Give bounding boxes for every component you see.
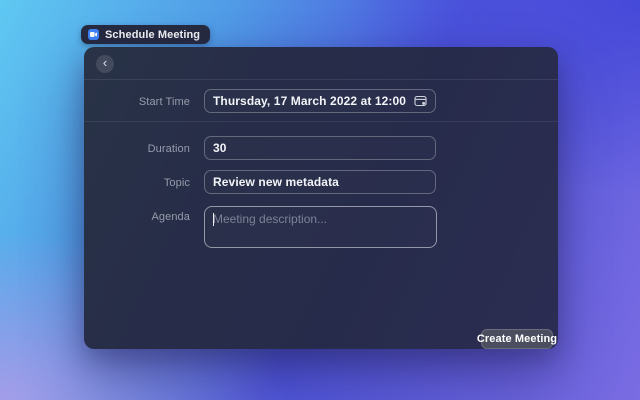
window-header: ‹ — [84, 47, 558, 80]
duration-label: Duration — [84, 143, 190, 155]
desktop-background: Schedule Meeting ‹ Start Time Thursday, … — [0, 0, 640, 400]
start-time-datepicker[interactable]: Thursday, 17 March 2022 at 12:00 — [204, 89, 436, 113]
start-time-label: Start Time — [84, 96, 190, 108]
chevron-left-icon: ‹ — [103, 55, 107, 71]
calendar-icon — [414, 95, 427, 107]
duration-field-wrap — [204, 136, 436, 160]
topic-input[interactable] — [213, 171, 427, 193]
start-time-value: Thursday, 17 March 2022 at 12:00 — [213, 94, 406, 108]
agenda-textarea[interactable] — [205, 207, 436, 247]
schedule-meeting-window: ‹ Start Time Thursday, 17 March 2022 at … — [84, 47, 558, 349]
agenda-field-wrap — [204, 206, 437, 248]
zoom-camera-icon — [88, 29, 99, 40]
topic-label: Topic — [84, 177, 190, 189]
topic-field-wrap — [204, 170, 436, 194]
command-badge: Schedule Meeting — [81, 25, 210, 44]
command-badge-label: Schedule Meeting — [105, 29, 200, 41]
create-meeting-button[interactable]: Create Meeting — [481, 329, 553, 349]
text-caret — [213, 213, 214, 226]
agenda-label: Agenda — [84, 211, 190, 223]
back-button[interactable]: ‹ — [96, 55, 114, 73]
duration-input[interactable] — [213, 137, 427, 159]
start-time-row: Start Time Thursday, 17 March 2022 at 12… — [84, 80, 558, 122]
